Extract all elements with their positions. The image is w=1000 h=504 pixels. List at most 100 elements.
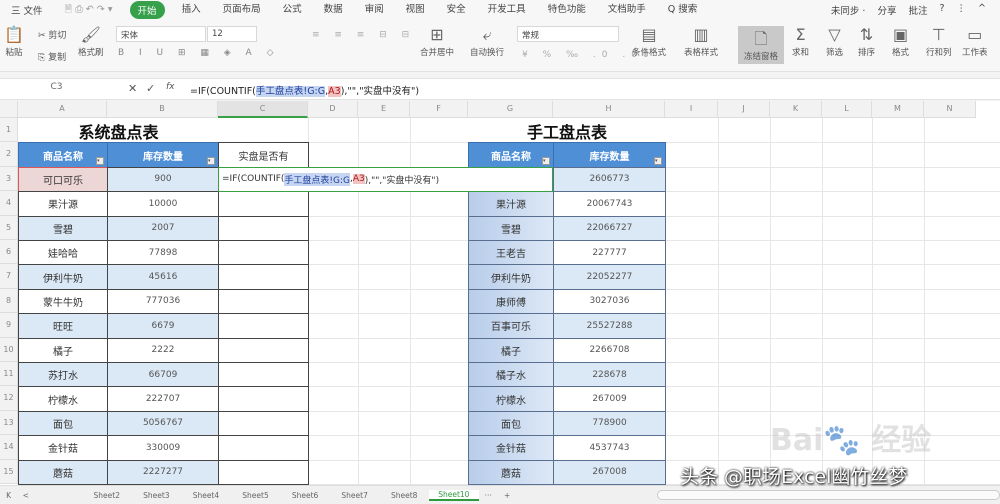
system-table-title[interactable]: 系统盘点表: [18, 118, 219, 144]
sort-button[interactable]: ⇅ 排序: [858, 24, 875, 58]
system-item-qty[interactable]: 66709: [107, 362, 219, 388]
add-sheet-button[interactable]: +: [498, 491, 517, 500]
row-header-15[interactable]: 15: [0, 459, 18, 484]
menu-right-5[interactable]: ^: [978, 3, 986, 17]
sheet-tab-Sheet4[interactable]: Sheet4: [181, 491, 231, 500]
copy-button[interactable]: ⎘ 复制: [38, 50, 66, 63]
menu-tab-8[interactable]: 开发工具: [488, 1, 526, 19]
sheet-tab-Sheet5[interactable]: Sheet5: [231, 491, 281, 500]
column-header-F[interactable]: F: [410, 101, 468, 118]
filter-button[interactable]: ▽ 筛选: [826, 24, 843, 58]
manual-item-name[interactable]: 柠檬水: [468, 386, 554, 412]
system-item-qty[interactable]: 900: [107, 166, 219, 193]
column-header-A[interactable]: A: [18, 101, 107, 118]
menu-tab-5[interactable]: 审阅: [365, 1, 384, 19]
freeze-button[interactable]: 🗋 冻结窗格: [738, 26, 785, 64]
manual-item-qty[interactable]: 778900: [553, 410, 666, 437]
column-header-D[interactable]: D: [308, 101, 358, 118]
manual-item-name[interactable]: 伊利牛奶: [468, 264, 554, 290]
menu-tab-9[interactable]: 特色功能: [548, 1, 586, 19]
horizontal-scrollbar[interactable]: [656, 490, 1000, 500]
wrap-button[interactable]: ⤶ 自动换行: [470, 24, 504, 58]
menu-right-2[interactable]: 批注: [908, 3, 927, 17]
system-item-qty[interactable]: 222707: [107, 386, 219, 412]
column-header-H[interactable]: H: [553, 101, 665, 118]
system-item-qty[interactable]: 2227277: [107, 459, 219, 485]
row-header-10[interactable]: 10: [0, 337, 18, 362]
manual-table-title[interactable]: 手工盘点表: [468, 118, 666, 144]
manual-item-name[interactable]: 金针菇: [468, 435, 554, 461]
system-item-qty[interactable]: 2007: [107, 215, 219, 241]
check-cell[interactable]: [218, 410, 309, 437]
manual-item-qty[interactable]: 25527288: [553, 313, 666, 339]
sheet-tab-Sheet3[interactable]: Sheet3: [132, 491, 182, 500]
system-item-qty[interactable]: 330009: [107, 435, 219, 461]
system-item-name[interactable]: 柠檬水: [18, 386, 108, 412]
manual-item-name[interactable]: 橘子: [468, 337, 554, 363]
format-painter-button[interactable]: 🖌 格式刷: [78, 24, 104, 58]
system-item-name[interactable]: 雪碧: [18, 215, 108, 241]
menu-tab-1[interactable]: 插入: [182, 1, 201, 19]
check-cell[interactable]: [218, 215, 309, 241]
menu-right-1[interactable]: 分享: [877, 3, 896, 17]
select-all-corner[interactable]: [0, 101, 18, 118]
menu-right-3[interactable]: ?: [939, 3, 944, 17]
row-header-12[interactable]: 12: [0, 386, 18, 411]
row-header-7[interactable]: 7: [0, 264, 18, 289]
sheet-tab-Sheet7[interactable]: Sheet7: [330, 491, 380, 500]
system-item-qty[interactable]: 5056767: [107, 410, 219, 437]
manual-item-name[interactable]: 面包: [468, 410, 554, 437]
sheet-nav-button[interactable]: <: [17, 491, 34, 500]
menu-tab-3[interactable]: 公式: [283, 1, 302, 19]
column-header-G[interactable]: G: [468, 101, 553, 118]
system-item-name[interactable]: 伊利牛奶: [18, 264, 108, 290]
sheet-tab-Sheet6[interactable]: Sheet6: [280, 491, 330, 500]
check-cell[interactable]: [218, 313, 309, 339]
system-item-name[interactable]: 旺旺: [18, 313, 108, 339]
row-header-11[interactable]: 11: [0, 362, 18, 387]
system-item-name[interactable]: 金针菇: [18, 435, 108, 461]
row-header-9[interactable]: 9: [0, 313, 18, 338]
quick-access-icons[interactable]: 🗎 ⎙ ↶ ↷ ▾: [65, 2, 113, 18]
column-header-K[interactable]: K: [770, 101, 822, 118]
manual_table-header[interactable]: 库存数量 ▾: [553, 142, 666, 168]
check-cell[interactable]: [218, 459, 309, 485]
sheet-tab-Sheet2[interactable]: Sheet2: [82, 491, 132, 500]
row-header-3[interactable]: 3: [0, 166, 18, 192]
column-header-L[interactable]: L: [822, 101, 872, 118]
check-cell[interactable]: [218, 435, 309, 461]
row-header-4[interactable]: 4: [0, 191, 18, 216]
sheet-tab-Sheet10[interactable]: Sheet10: [429, 489, 479, 501]
check-column-header[interactable]: 实盘是否有: [218, 142, 309, 168]
column-header-C[interactable]: C: [218, 101, 308, 118]
row-header-8[interactable]: 8: [0, 288, 18, 314]
system-item-qty[interactable]: 10000: [107, 191, 219, 217]
check-cell[interactable]: [218, 240, 309, 266]
system-item-name[interactable]: 果汁源: [18, 191, 108, 217]
menu-right-4[interactable]: ⋮: [957, 3, 967, 17]
system-item-name[interactable]: 苏打水: [18, 362, 108, 388]
menu-tab-7[interactable]: 安全: [447, 1, 466, 19]
sheet-nav-button[interactable]: K: [0, 491, 17, 500]
manual-item-name[interactable]: 蘑菇: [468, 459, 554, 485]
manual-item-name[interactable]: 雪碧: [468, 215, 554, 241]
row-header-6[interactable]: 6: [0, 240, 18, 265]
menu-tab-11[interactable]: Q 搜索: [668, 1, 698, 19]
more-sheets-button[interactable]: ···: [479, 491, 498, 500]
manual-item-qty[interactable]: 267008: [553, 459, 666, 485]
system-item-qty[interactable]: 777036: [107, 288, 219, 315]
column-header-J[interactable]: J: [718, 101, 770, 118]
manual-item-name[interactable]: 百事可乐: [468, 313, 554, 339]
manual-item-qty[interactable]: 2266708: [553, 337, 666, 363]
column-header-M[interactable]: M: [872, 101, 924, 118]
menu-tab-0[interactable]: 开始: [129, 1, 165, 19]
menu-tab-2[interactable]: 页面布局: [223, 1, 261, 19]
file-menu[interactable]: 三 文件: [11, 3, 43, 17]
system_table-header[interactable]: 商品名称 ▾: [18, 142, 108, 168]
check-cell[interactable]: [218, 264, 309, 290]
system-item-qty[interactable]: 6679: [107, 313, 219, 339]
format-button[interactable]: ▣ 格式: [892, 24, 909, 58]
manual-item-qty[interactable]: 22052277: [553, 264, 666, 290]
system-item-name[interactable]: 橘子: [18, 337, 108, 363]
font-size-select[interactable]: 12: [207, 26, 257, 42]
